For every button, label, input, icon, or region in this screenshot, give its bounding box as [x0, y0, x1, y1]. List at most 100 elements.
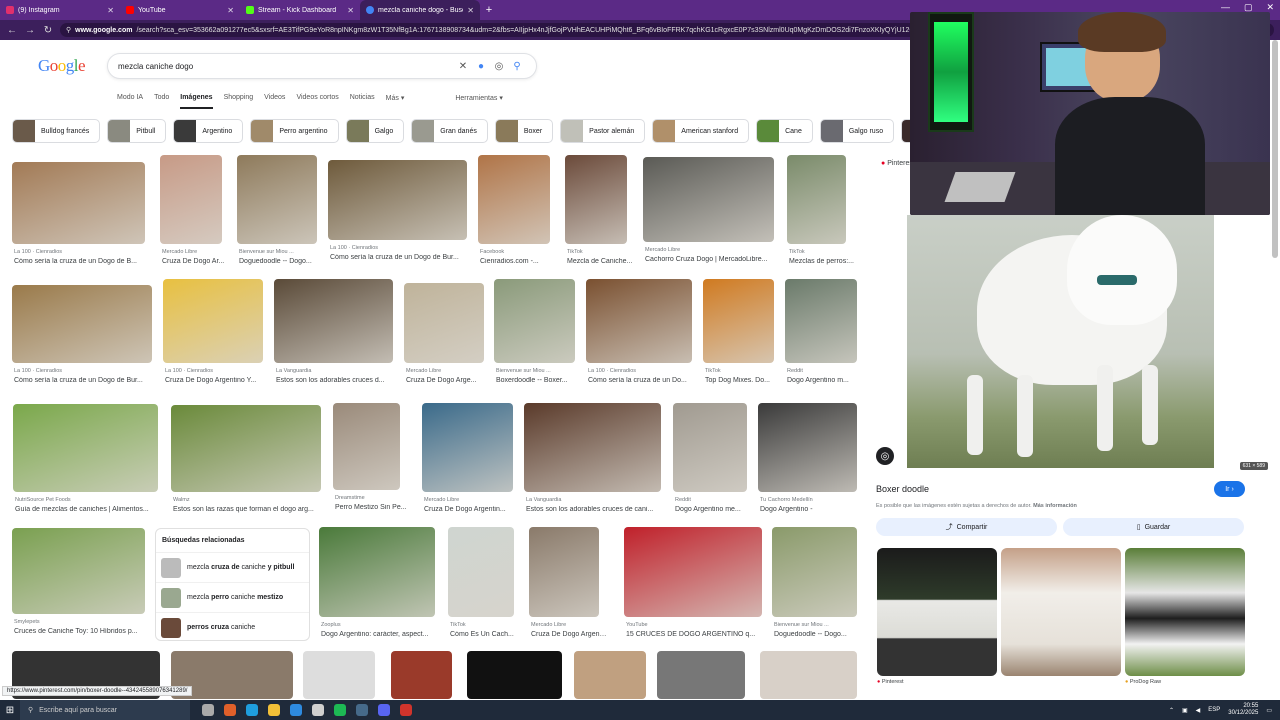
reload-icon[interactable]: ↻ — [42, 25, 54, 36]
image-result[interactable] — [657, 651, 745, 699]
spotify-icon[interactable] — [334, 704, 346, 716]
result-caption[interactable]: Cruza De Dogo Argentin... — [424, 506, 521, 513]
file-explorer-icon[interactable] — [268, 704, 280, 716]
image-result[interactable]: Bienvenue sur Miou ... Boxerdoodle -- Box… — [494, 279, 575, 387]
result-thumbnail[interactable] — [673, 403, 747, 492]
search-input[interactable]: mezcla caniche dogo ✕ ● ◎ ⚲ — [107, 53, 537, 79]
image-result[interactable]: TikTok Top Dog Mixes. Do... — [703, 279, 774, 387]
result-caption[interactable]: 15 CRUCES DE DOGO ARGENTINO q... — [626, 631, 770, 638]
result-thumbnail[interactable] — [787, 155, 846, 244]
result-thumbnail[interactable] — [657, 651, 745, 699]
image-result[interactable]: Smylepets Cruces de Caniche Toy: 10 Híbri… — [12, 528, 145, 638]
chip-5[interactable]: Gran danés — [411, 119, 488, 143]
result-thumbnail[interactable] — [574, 651, 646, 699]
image-result[interactable]: Mercado Libre Cruza De Dogo Argenti... — [529, 527, 607, 641]
image-result[interactable]: La 100 · Cienradios Cómo sería la cruza d… — [12, 162, 145, 268]
result-thumbnail[interactable] — [565, 155, 627, 244]
result-thumbnail[interactable] — [529, 527, 599, 617]
tab-videos[interactable]: Videos — [264, 94, 285, 109]
result-thumbnail[interactable] — [13, 404, 158, 492]
close-tab-icon[interactable]: ✕ — [227, 6, 234, 15]
image-result[interactable]: YouTube 15 CRUCES DE DOGO ARGENTINO q... — [624, 527, 762, 641]
chip-2[interactable]: Argentino — [173, 119, 244, 143]
result-thumbnail[interactable] — [319, 527, 435, 617]
result-thumbnail[interactable] — [772, 527, 857, 617]
result-thumbnail[interactable] — [760, 651, 857, 699]
new-tab-button[interactable]: + — [480, 0, 498, 20]
app-icon[interactable] — [224, 704, 236, 716]
result-thumbnail[interactable] — [163, 279, 263, 363]
result-thumbnail[interactable] — [274, 279, 393, 363]
chip-3[interactable]: Perro argentino — [250, 119, 339, 143]
lens-icon[interactable]: ◎ — [490, 61, 508, 72]
preview-title[interactable]: Boxer doodle — [876, 484, 929, 494]
related-item[interactable]: mezcla cruza de caniche y pitbull — [156, 552, 309, 582]
obs-icon[interactable] — [312, 704, 324, 716]
image-result[interactable] — [303, 651, 375, 699]
result-thumbnail[interactable] — [624, 527, 762, 617]
result-caption[interactable]: Dogo Argentino - — [760, 506, 865, 513]
clock[interactable]: 20:55 30/12/2025 — [1228, 703, 1258, 717]
result-caption[interactable]: Cruza De Dogo Ar... — [162, 258, 230, 265]
result-caption[interactable]: Dogo Argentino me... — [675, 506, 755, 513]
image-result[interactable]: Mercado Libre Cachorro Cruza Dogo | Merca… — [643, 157, 774, 266]
related-item[interactable]: perros cruza caniche — [156, 612, 309, 642]
tab-noticias[interactable]: Noticias — [350, 94, 375, 109]
forward-icon[interactable]: → — [24, 25, 36, 36]
visual-search-icon[interactable]: ◎ — [876, 447, 894, 465]
result-caption[interactable]: Doguedoodle -- Dogo... — [239, 258, 325, 265]
result-thumbnail[interactable] — [448, 527, 514, 617]
language-indicator[interactable]: ESP — [1208, 707, 1220, 713]
site-info-icon[interactable]: ⚲ — [66, 26, 71, 34]
edge-icon[interactable] — [246, 704, 258, 716]
image-result[interactable]: La Vanguardia Estos son los adorables cru… — [274, 279, 393, 387]
tab-imagenes[interactable]: Imágenes — [180, 94, 213, 109]
result-thumbnail[interactable] — [785, 279, 857, 363]
image-result[interactable]: TikTok Mezcla de Caniche... — [565, 155, 632, 268]
image-result[interactable] — [574, 651, 646, 699]
result-caption[interactable]: Mezcla de Caniche... — [567, 258, 635, 265]
search-icon[interactable]: ⚲ — [508, 61, 526, 72]
close-tab-icon[interactable]: ✕ — [347, 6, 354, 15]
taskbar-search[interactable]: ⚲ Escribe aquí para buscar — [20, 700, 190, 720]
tools-menu[interactable]: Herramientas ▾ — [455, 94, 502, 109]
result-caption[interactable]: Cruza De Dogo Argenti... — [531, 631, 607, 638]
image-result[interactable]: Walmz Estos son las razas que forman el d… — [171, 405, 321, 516]
close-tab-icon[interactable]: ✕ — [107, 6, 114, 15]
image-result[interactable]: Bienvenue sur Miou ... Doguedoodle -- Dog… — [237, 155, 317, 268]
result-caption[interactable]: Doguedoodle -- Dogo... — [774, 631, 865, 638]
result-thumbnail[interactable] — [12, 162, 145, 244]
image-result[interactable]: Mercado Libre Cruza De Dogo Ar... — [160, 155, 224, 268]
image-result[interactable]: TikTok Cómo Es Un Cach... — [448, 527, 514, 641]
image-result[interactable]: Mercado Libre Cruza De Dogo Arge... — [404, 283, 484, 387]
result-caption[interactable]: Cómo sería la cruza de un Dogo de Bur... — [330, 254, 475, 261]
result-thumbnail[interactable] — [524, 403, 661, 492]
tab-modo-ia[interactable]: Modo IA — [117, 94, 143, 109]
chip-8[interactable]: American stanford — [652, 119, 750, 143]
related-image[interactable] — [877, 548, 997, 676]
result-caption[interactable]: Boxerdoodle -- Boxer... — [496, 377, 583, 384]
image-result[interactable] — [760, 651, 857, 699]
chevron-up-icon[interactable]: ⌃ — [1169, 707, 1174, 714]
result-thumbnail[interactable] — [303, 651, 375, 699]
result-thumbnail[interactable] — [171, 405, 321, 492]
chip-7[interactable]: Pastor alemán — [560, 119, 646, 143]
result-thumbnail[interactable] — [494, 279, 575, 363]
result-caption[interactable]: Perro Mestizo Sin Pe... — [335, 504, 408, 511]
preview-image[interactable]: 631 × 589 — [907, 215, 1268, 470]
image-result[interactable]: Mercado Libre Cruza De Dogo Argentin... — [422, 403, 513, 516]
result-caption[interactable]: Cómo sería la cruza de un Dogo de B... — [14, 258, 153, 265]
result-caption[interactable]: Cachorro Cruza Dogo | MercadoLibre... — [645, 256, 782, 263]
chip-9[interactable]: Cane — [756, 119, 813, 143]
result-caption[interactable]: Dogo Argentino m... — [787, 377, 865, 384]
result-thumbnail[interactable] — [237, 155, 317, 244]
save-button[interactable]: ▯ Guardar — [1063, 518, 1244, 536]
result-caption[interactable]: Estos son las razas que forman el dogo a… — [173, 506, 329, 513]
result-caption[interactable]: Cómo Es Un Cach... — [450, 631, 522, 638]
chip-11[interactable]: Perro — [901, 119, 910, 143]
chip-4[interactable]: Galgo — [345, 119, 405, 143]
more-info-link[interactable]: Más información — [1033, 503, 1077, 509]
result-thumbnail[interactable] — [12, 285, 152, 363]
discord-icon[interactable] — [378, 704, 390, 716]
google-logo[interactable]: Google — [38, 56, 86, 76]
